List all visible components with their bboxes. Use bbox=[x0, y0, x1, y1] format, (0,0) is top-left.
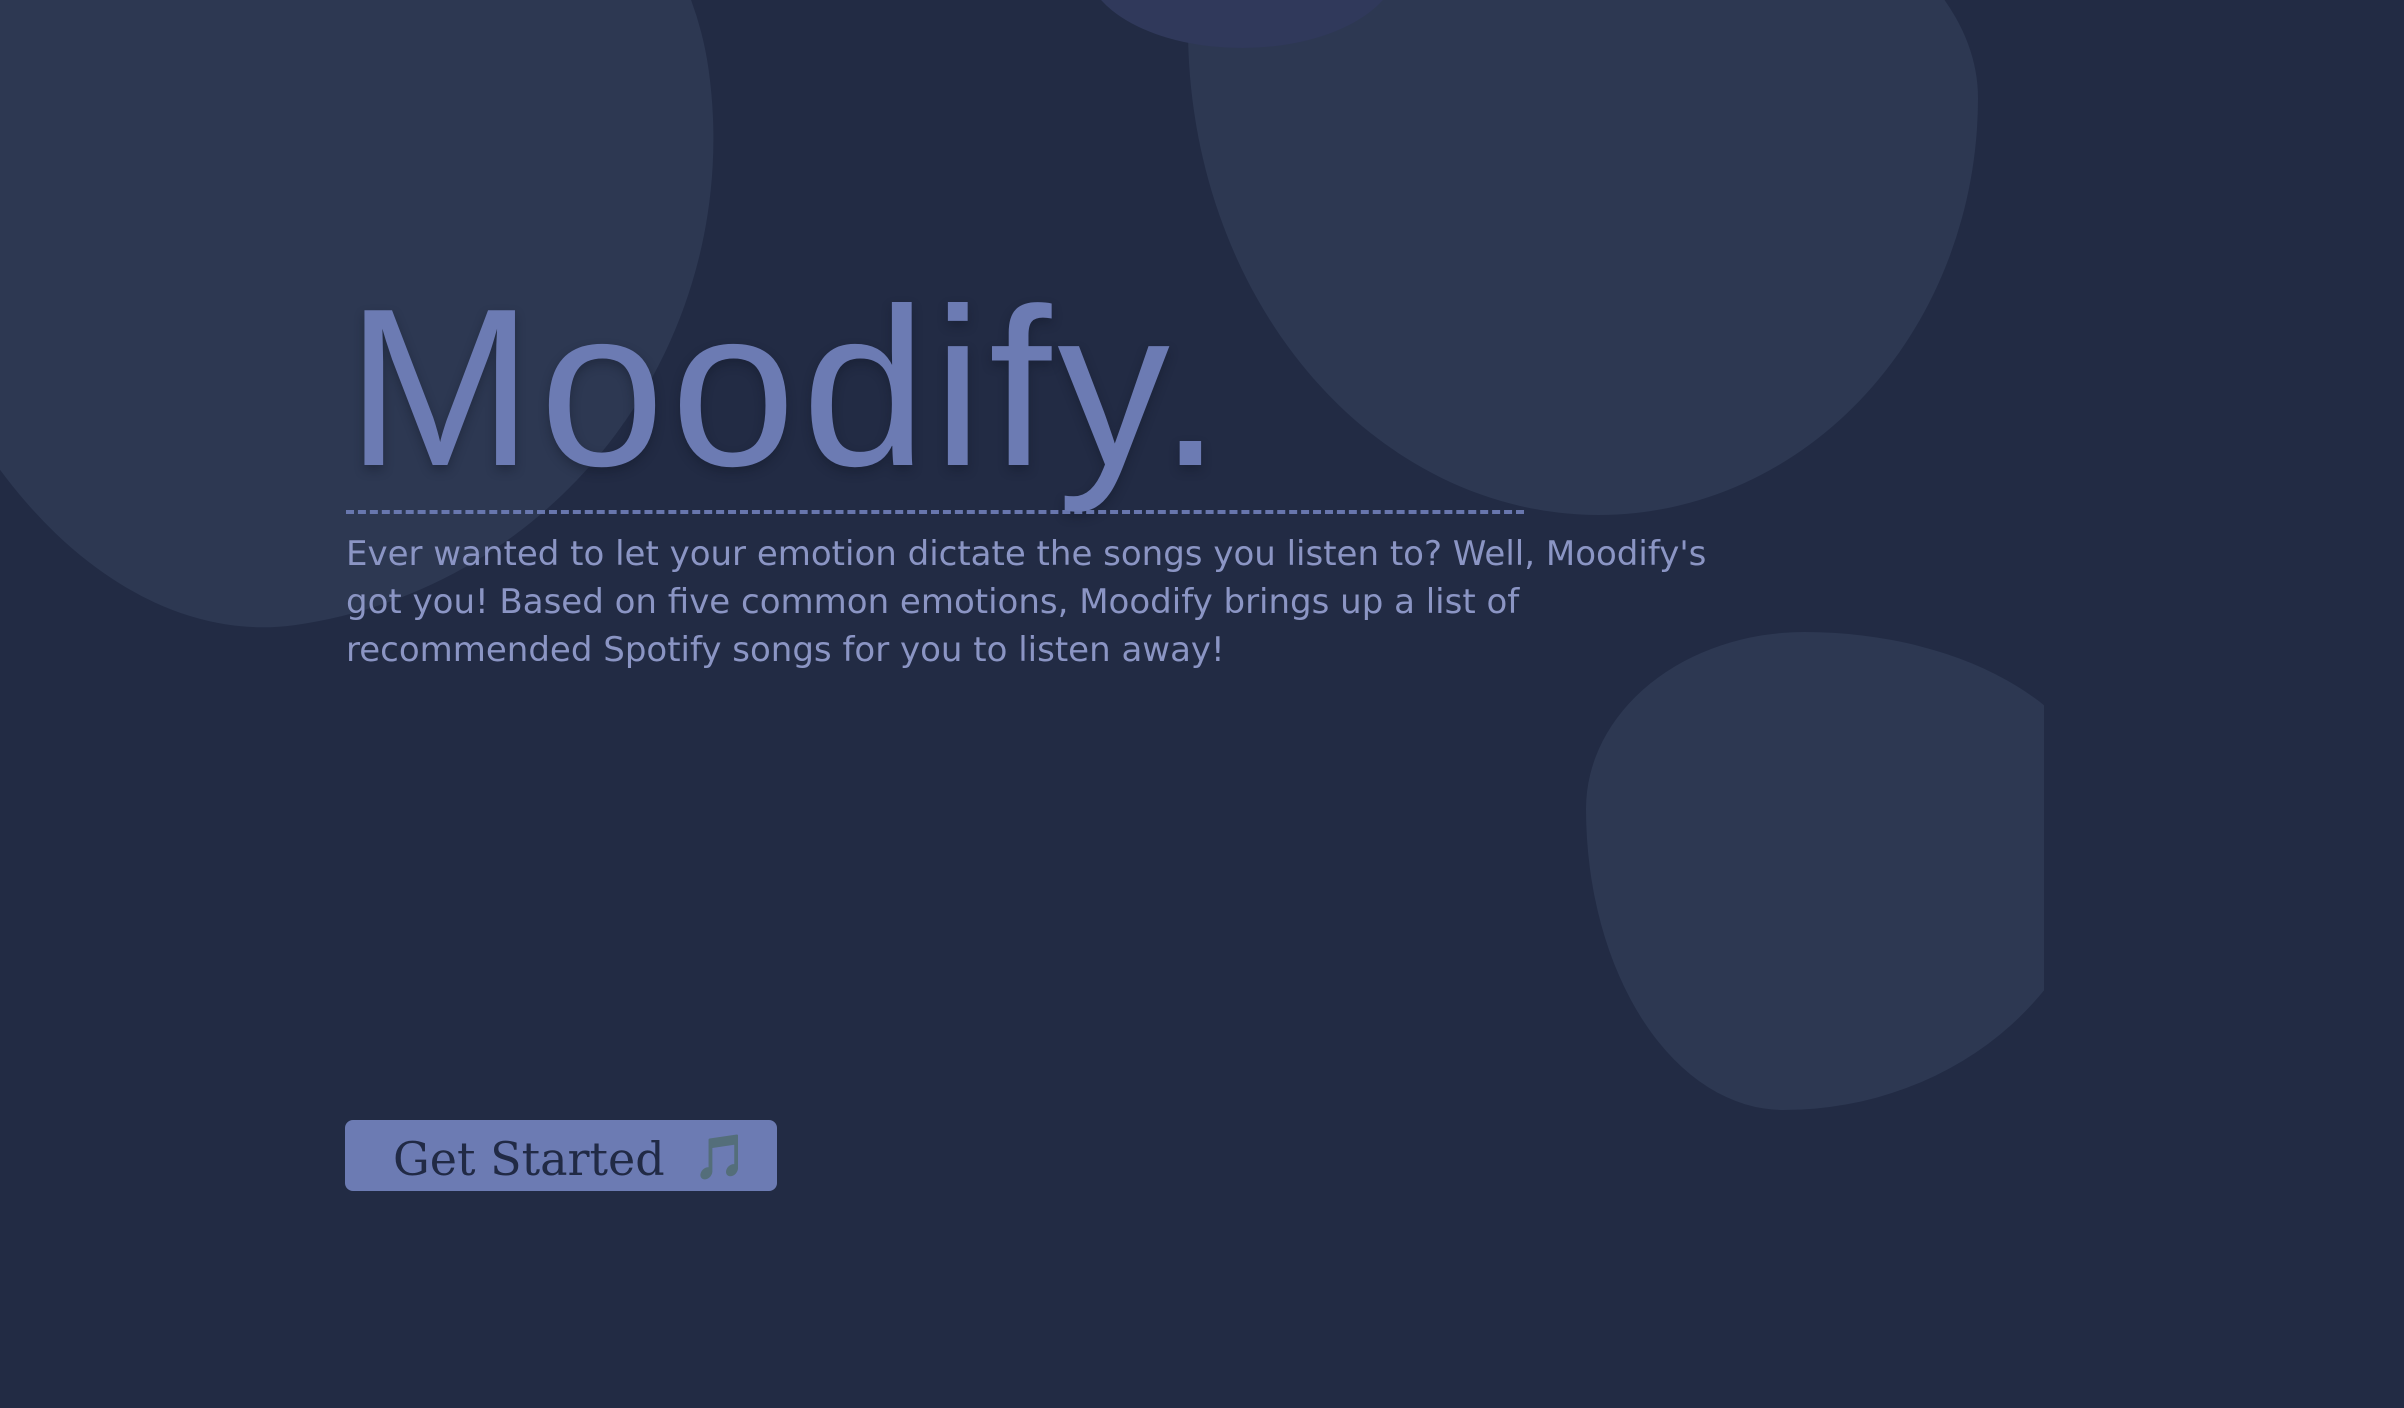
get-started-label: Get Started bbox=[393, 1131, 665, 1186]
hero-section: Moodify. Ever wanted to let your emotion… bbox=[346, 275, 1846, 708]
page-title: Moodify. bbox=[346, 261, 1228, 513]
get-started-button[interactable]: Get Started 🎵 bbox=[345, 1120, 777, 1191]
landing-page: Moodify. Ever wanted to let your emotion… bbox=[0, 0, 2404, 1408]
title-divider bbox=[346, 510, 1524, 514]
hero-description: Ever wanted to let your emotion dictate … bbox=[346, 534, 1707, 670]
music-note-icon: 🎵 bbox=[693, 1131, 749, 1183]
